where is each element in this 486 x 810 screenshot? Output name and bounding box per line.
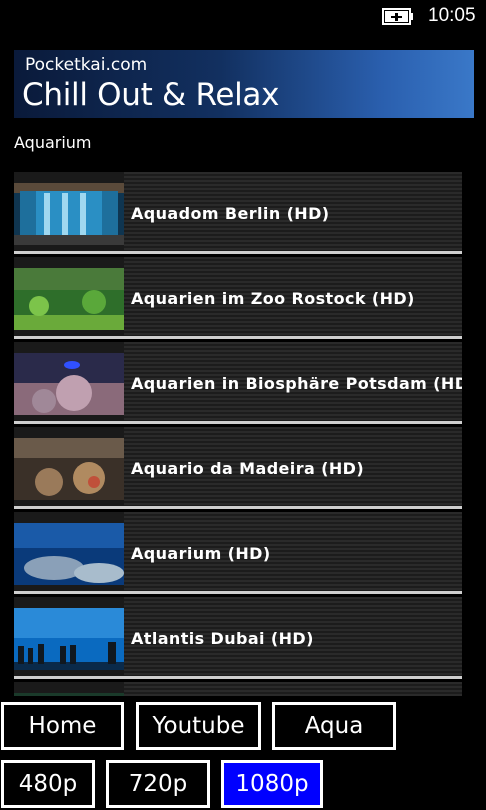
- divider: [14, 676, 462, 679]
- video-list[interactable]: Aquadom Berlin (HD) Aquarien im Zoo Rost…: [14, 172, 462, 696]
- video-title-panel: Aquarium (HD): [124, 512, 462, 594]
- list-item[interactable]: Aquarium (HD): [14, 512, 462, 594]
- status-bar: 10:05: [0, 0, 486, 34]
- video-title: Aquadom Berlin (HD): [131, 204, 330, 223]
- video-title-panel: Aquario da Madeira (HD): [124, 427, 462, 509]
- video-title: Atlantis Dubai (HD): [131, 629, 314, 648]
- video-thumbnail: [14, 268, 124, 330]
- list-item[interactable]: [14, 682, 462, 696]
- list-item[interactable]: Aquarien in Biosphäre Potsdam (HD): [14, 342, 462, 424]
- list-item[interactable]: Aquadom Berlin (HD): [14, 172, 462, 254]
- battery-charging-icon: [382, 8, 413, 25]
- quality-720p-button[interactable]: 720p: [106, 760, 210, 808]
- video-title: Aquarium (HD): [131, 544, 271, 563]
- clock: 10:05: [428, 5, 476, 26]
- video-thumbnail: [14, 438, 124, 500]
- video-title-panel: Aquarien in Biosphäre Potsdam (HD): [124, 342, 462, 424]
- video-title: Aquarien in Biosphäre Potsdam (HD): [131, 374, 462, 393]
- video-thumbnail: [14, 183, 124, 245]
- video-thumbnail: [14, 523, 124, 585]
- site-name: Pocketkai.com: [25, 55, 148, 75]
- divider: [14, 591, 462, 594]
- divider: [14, 421, 462, 424]
- youtube-button[interactable]: Youtube: [136, 702, 261, 750]
- list-item[interactable]: Aquario da Madeira (HD): [14, 427, 462, 509]
- divider: [14, 336, 462, 339]
- home-button[interactable]: Home: [1, 702, 124, 750]
- aqua-button[interactable]: Aqua: [272, 702, 396, 750]
- list-item[interactable]: Aquarien im Zoo Rostock (HD): [14, 257, 462, 339]
- video-title: Aquarien im Zoo Rostock (HD): [131, 289, 415, 308]
- list-item[interactable]: Atlantis Dubai (HD): [14, 597, 462, 679]
- divider: [14, 506, 462, 509]
- category-label: Aquarium: [14, 133, 92, 152]
- video-thumbnail: [14, 693, 124, 696]
- video-title-panel: Atlantis Dubai (HD): [124, 597, 462, 679]
- divider: [14, 251, 462, 254]
- video-title-panel: Aquadom Berlin (HD): [124, 172, 462, 254]
- video-title-panel: [124, 682, 462, 696]
- video-thumbnail: [14, 353, 124, 415]
- app-header-banner: Pocketkai.com Chill Out & Relax: [14, 50, 474, 118]
- page-title: Chill Out & Relax: [22, 77, 280, 113]
- quality-480p-button[interactable]: 480p: [1, 760, 95, 808]
- video-thumbnail: [14, 608, 124, 670]
- video-title: Aquario da Madeira (HD): [131, 459, 365, 478]
- quality-1080p-button[interactable]: 1080p: [221, 760, 323, 808]
- video-title-panel: Aquarien im Zoo Rostock (HD): [124, 257, 462, 339]
